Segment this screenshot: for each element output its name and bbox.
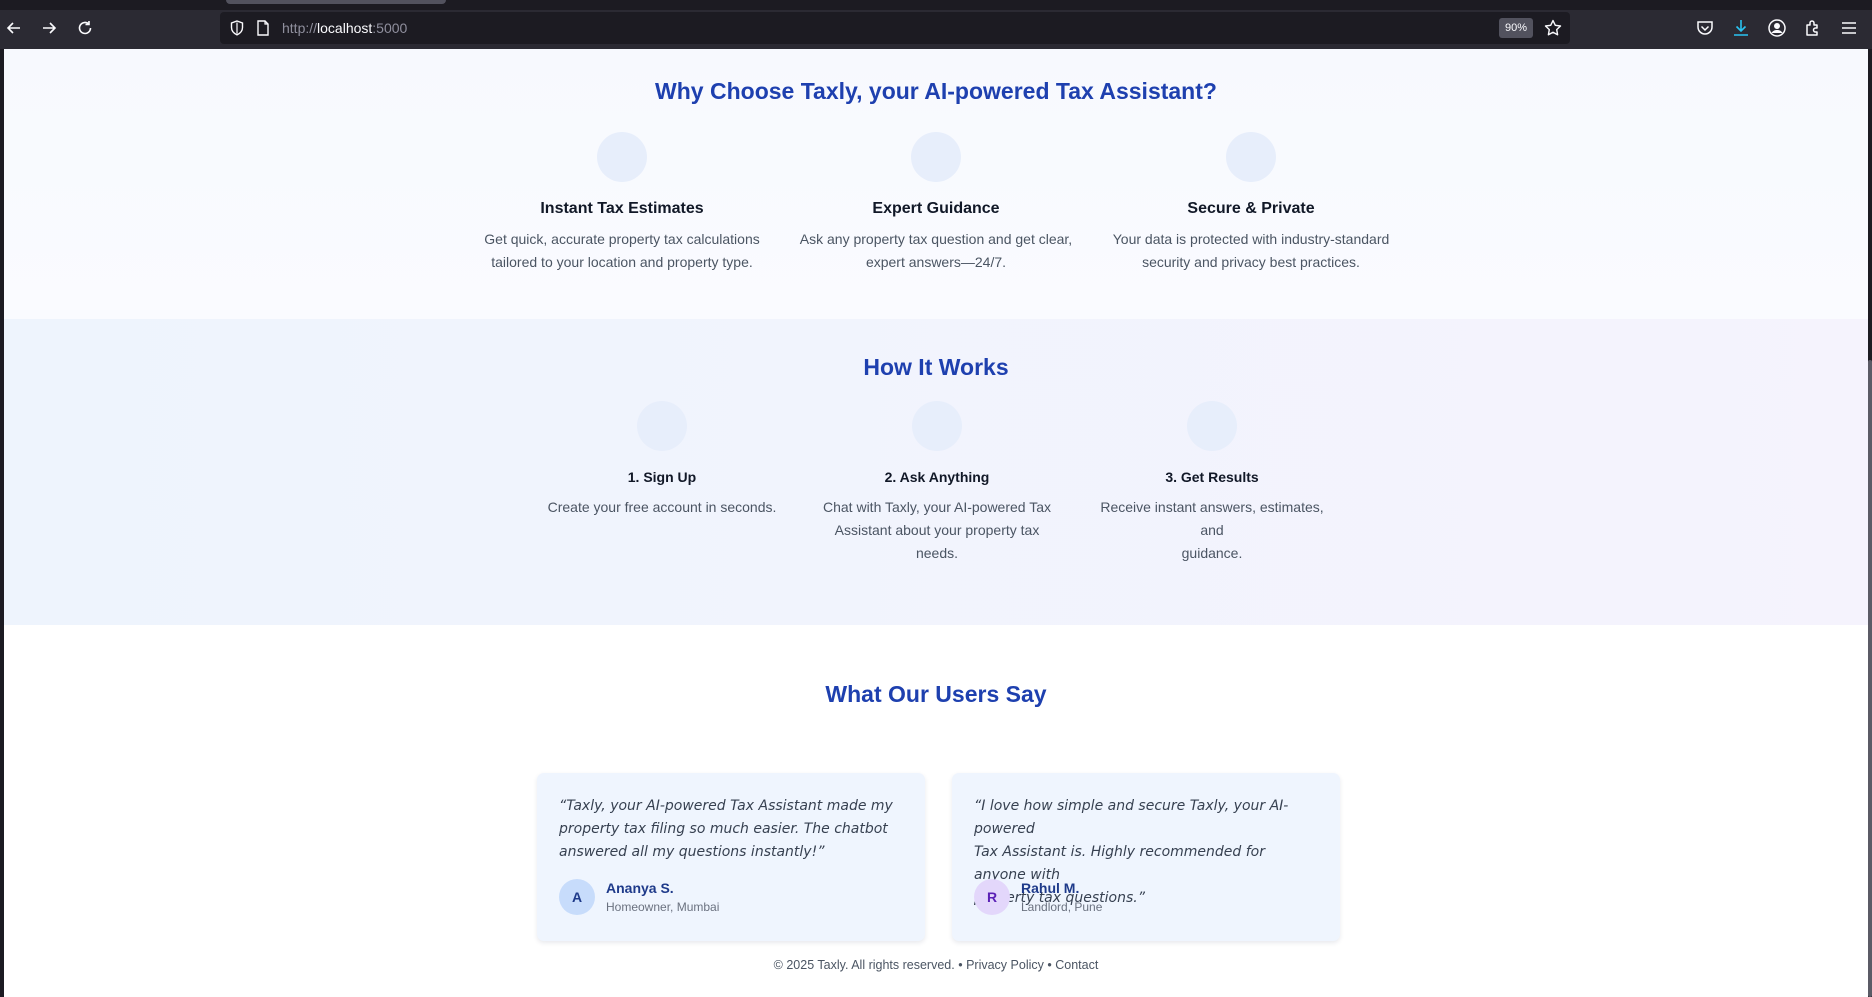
feature-title: Instant Tax Estimates: [540, 200, 704, 217]
tab-strip: [0, 0, 1872, 10]
chat-icon: [911, 132, 961, 182]
url-port: :5000: [372, 20, 408, 36]
testimonial-author: A Ananya S. Homeowner, Mumbai: [559, 879, 719, 915]
active-tab[interactable]: [226, 0, 446, 4]
reload-icon: [78, 21, 92, 35]
feature-description-line: tailored to your location and property t…: [491, 254, 753, 270]
testimonial-quote-line: property tax filing so much easier. The …: [559, 821, 888, 837]
step-title: 3. Get Results: [1165, 469, 1259, 485]
features-heading: Why Choose Taxly, your AI-powered Tax As…: [655, 78, 1217, 104]
address-bar[interactable]: http://localhost:5000 90%: [220, 12, 1570, 44]
author-role: Homeowner, Mumbai: [606, 900, 720, 914]
question-icon: [912, 401, 962, 451]
avatar: R: [974, 879, 1010, 915]
author-name: Rahul M.: [1021, 880, 1080, 896]
privacy-policy-link[interactable]: Privacy Policy: [966, 958, 1044, 972]
downloads-icon[interactable]: [1730, 17, 1752, 39]
menu-icon[interactable]: [1838, 17, 1860, 39]
page-info-icon[interactable]: [254, 19, 272, 37]
feature-card-estimates: Instant Tax Estimates Get quick, accurat…: [472, 132, 772, 274]
step-description-line: Receive instant answers, estimates, and: [1100, 499, 1324, 538]
step-description: Receive instant answers, estimates, and …: [1087, 496, 1337, 565]
url-text[interactable]: http://localhost:5000: [282, 20, 407, 36]
feature-title: Expert Guidance: [872, 200, 1000, 217]
forward-button[interactable]: [35, 14, 63, 42]
lock-icon: [1226, 132, 1276, 182]
step-ask-anything: 2. Ask Anything Chat with Taxly, your AI…: [812, 401, 1062, 565]
feature-description: Ask any property tax question and get cl…: [786, 228, 1086, 274]
back-button[interactable]: [0, 14, 28, 42]
feature-description-line: Get quick, accurate property tax calcula…: [484, 231, 760, 247]
feature-description-line: Your data is protected with industry-sta…: [1112, 231, 1390, 247]
contact-link[interactable]: Contact: [1055, 958, 1098, 972]
step-title: 2. Ask Anything: [884, 469, 990, 485]
feature-description-line: Ask any property tax question and get cl…: [799, 231, 1073, 247]
page-viewport: Why Choose Taxly, your AI-powered Tax As…: [4, 49, 1868, 997]
testimonial-quote-line: answered all my questions instantly!”: [559, 844, 825, 860]
browser-toolbar: http://localhost:5000 90%: [0, 0, 1872, 49]
reload-button[interactable]: [71, 14, 99, 42]
testimonial-quote: “Taxly, your AI-powered Tax Assistant ma…: [559, 795, 903, 864]
account-icon[interactable]: [1766, 17, 1788, 39]
footer: © 2025 Taxly. All rights reserved. • Pri…: [4, 958, 1868, 972]
feature-title: Secure & Private: [1187, 200, 1315, 217]
forward-arrow-icon: [43, 22, 57, 34]
zoom-level[interactable]: 90%: [1499, 18, 1534, 38]
step-get-results: 3. Get Results Receive instant answers, …: [1087, 401, 1337, 565]
author-name: Ananya S.: [606, 880, 674, 896]
feature-description: Get quick, accurate property tax calcula…: [472, 228, 772, 274]
footer-separator: •: [1047, 958, 1052, 972]
avatar: A: [559, 879, 595, 915]
feature-description-line: expert answers—24/7.: [865, 254, 1007, 270]
testimonial-quote-line: “I love how simple and secure Taxly, you…: [974, 798, 1289, 837]
feature-description-line: security and privacy best practices.: [1142, 254, 1360, 270]
testimonial-quote-line: “Taxly, your AI-powered Tax Assistant ma…: [559, 798, 893, 814]
step-sign-up: 1. Sign Up Create your free account in s…: [537, 401, 787, 519]
footer-separator: •: [958, 958, 963, 972]
step-title: 1. Sign Up: [627, 469, 697, 485]
feature-card-guidance: Expert Guidance Ask any property tax que…: [786, 132, 1086, 274]
feature-card-secure: Secure & Private Your data is protected …: [1101, 132, 1401, 274]
feature-description: Your data is protected with industry-sta…: [1101, 228, 1401, 274]
how-it-works-section: How It Works 1. Sign Up Create your free…: [4, 319, 1868, 625]
testimonials-heading: What Our Users Say: [825, 681, 1047, 707]
url-scheme: http://: [282, 20, 318, 36]
testimonial-author: R Rahul M. Landlord, Pune: [974, 879, 1102, 915]
copyright-text: © 2025 Taxly. All rights reserved.: [773, 958, 955, 972]
extensions-icon[interactable]: [1802, 17, 1824, 39]
testimonial-card: “I love how simple and secure Taxly, you…: [952, 773, 1340, 941]
step-description-line: Create your free account in seconds.: [547, 499, 777, 515]
testimonials-section: What Our Users Say “Taxly, your AI-power…: [4, 625, 1868, 997]
step-description-line: guidance.: [1181, 545, 1243, 561]
testimonial-card: “Taxly, your AI-powered Tax Assistant ma…: [537, 773, 925, 941]
step-description-line: Chat with Taxly, your AI-powered Tax: [823, 499, 1051, 515]
pocket-icon[interactable]: [1694, 17, 1716, 39]
user-plus-icon: [637, 401, 687, 451]
features-section: Why Choose Taxly, your AI-powered Tax As…: [4, 49, 1868, 319]
step-description-line: needs.: [915, 545, 959, 561]
scrollbar-thumb[interactable]: [1868, 360, 1872, 997]
back-arrow-icon: [6, 22, 20, 34]
bookmark-star-icon[interactable]: [1543, 18, 1563, 38]
shield-icon[interactable]: [228, 19, 246, 37]
check-icon: [1187, 401, 1237, 451]
step-description: Create your free account in seconds.: [537, 496, 787, 519]
step-description-line: Assistant about your property tax: [834, 522, 1040, 538]
url-host: localhost: [317, 20, 373, 36]
step-description: Chat with Taxly, your AI-powered Tax Ass…: [812, 496, 1062, 565]
calculator-icon: [597, 132, 647, 182]
author-role: Landlord, Pune: [1021, 900, 1103, 914]
how-it-works-heading: How It Works: [863, 354, 1009, 380]
